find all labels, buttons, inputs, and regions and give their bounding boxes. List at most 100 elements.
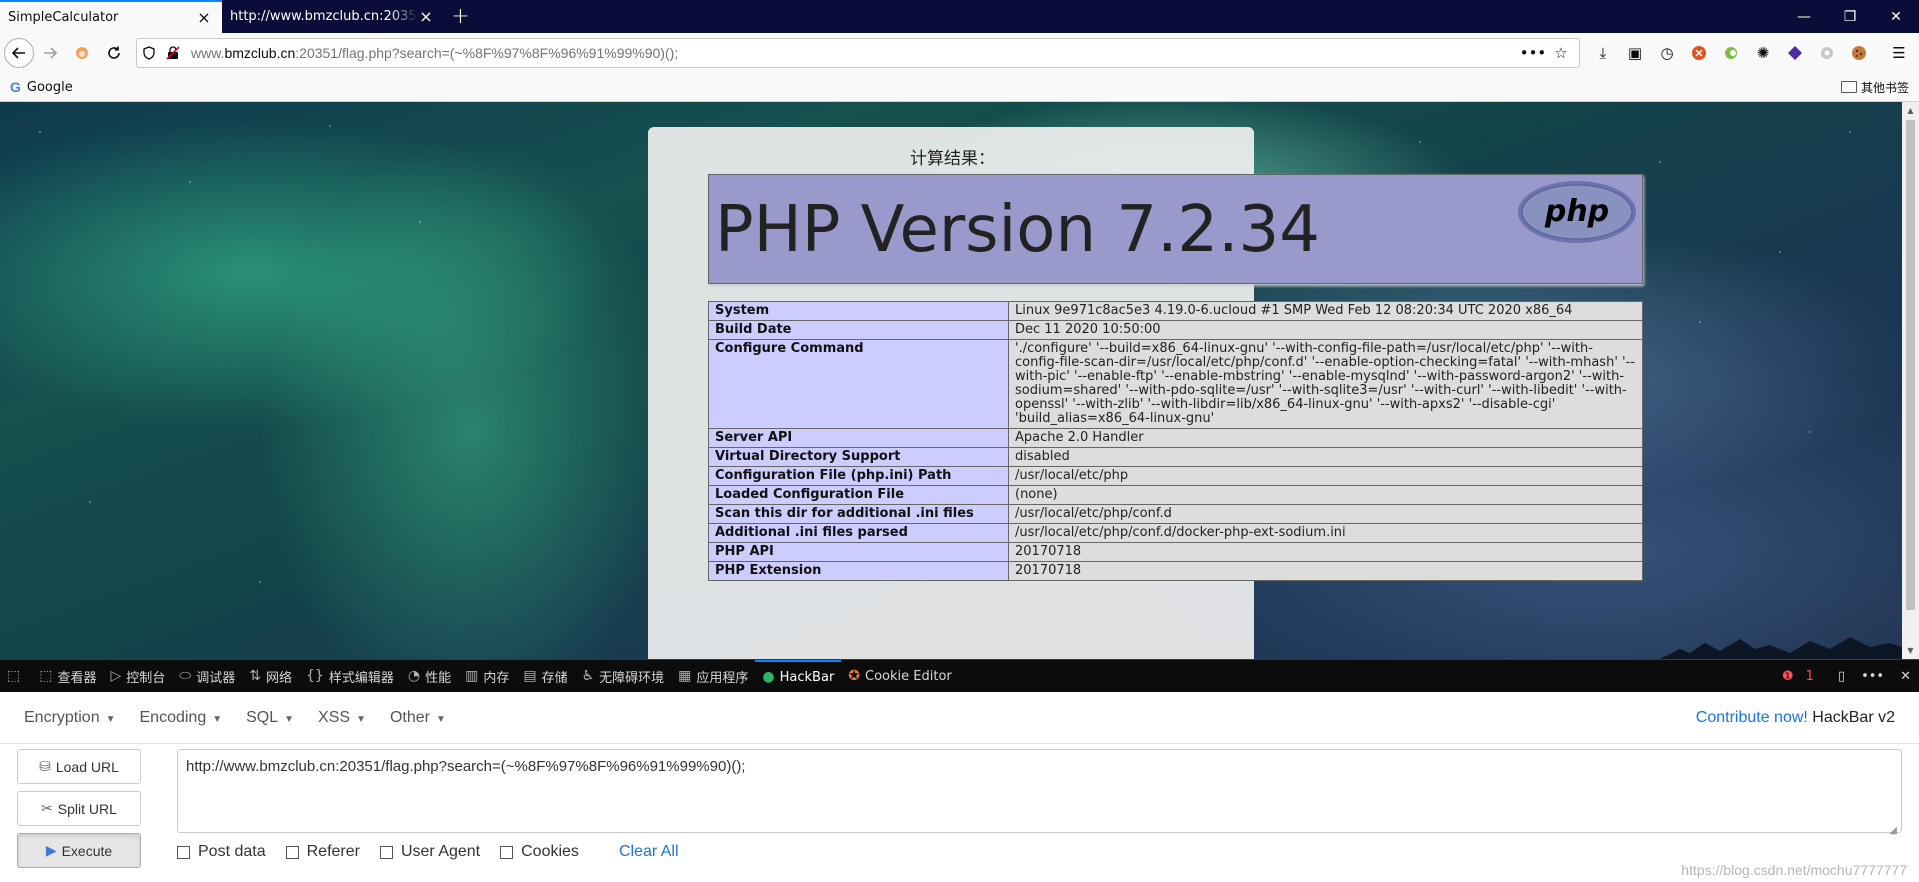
tab-simplecalculator[interactable]: SimpleCalculator ×: [0, 0, 222, 33]
cookie-icon[interactable]: [1843, 37, 1875, 69]
hackbar-dropdowns: Encryption ▼ Encoding ▼ SQL ▼ XSS ▼ Other ▼: [24, 709, 470, 727]
checkbox[interactable]: [379, 845, 393, 859]
history-clock-icon[interactable]: ◷: [1651, 37, 1683, 69]
option-cookies[interactable]: Cookies: [500, 843, 579, 861]
clear-all-link[interactable]: Clear All: [619, 843, 679, 861]
close-window-icon[interactable]: ✕: [1873, 0, 1919, 33]
close-devtools-icon[interactable]: ✕: [1892, 669, 1919, 684]
phpinfo-row: PHP Extension 20170718: [708, 561, 1643, 581]
hamburger-menu-icon[interactable]: ☰: [1883, 37, 1915, 69]
phpinfo-value: /usr/local/etc/php/conf.d/docker-php-ext…: [1008, 523, 1643, 543]
devtools-tab-memory[interactable]: ▥ 内存: [458, 660, 516, 693]
phpinfo-value: 20170718: [1008, 561, 1643, 581]
scroll-down-arrow-icon[interactable]: ▼: [1902, 642, 1919, 659]
resize-grip-icon[interactable]: ◢: [1889, 825, 1897, 836]
contribute-link[interactable]: Contribute now!: [1696, 709, 1808, 726]
error-count: 1: [1805, 668, 1814, 684]
option-referer[interactable]: Referer: [285, 843, 360, 861]
menu-encryption[interactable]: Encryption ▼: [24, 709, 116, 727]
execute-button[interactable]: ▶ Execute: [17, 833, 141, 868]
option-post-data[interactable]: Post data: [177, 843, 266, 861]
gear-icon[interactable]: ✺: [1747, 37, 1779, 69]
phpinfo-value: (none): [1008, 485, 1643, 505]
reload-button[interactable]: [98, 37, 130, 69]
phpinfo-value: Apache 2.0 Handler: [1008, 428, 1643, 448]
reload-icon: [108, 46, 120, 59]
phpinfo-row: System Linux 9e971c8ac5e3 4.19.0-6.ucloud…: [708, 301, 1643, 321]
menu-xss[interactable]: XSS ▼: [318, 709, 366, 727]
insecure-lock-icon[interactable]: [161, 39, 185, 67]
close-tab-icon[interactable]: ×: [196, 9, 212, 26]
devtools-more-icon[interactable]: •••: [1853, 669, 1892, 684]
devtools-tab-label: 调试器: [196, 670, 236, 686]
menu-other[interactable]: Other ▼: [390, 709, 446, 727]
checkbox[interactable]: [285, 845, 299, 859]
php-version-header: PHP Version 7.2.34 php: [708, 174, 1643, 284]
extension-green-icon[interactable]: [1715, 37, 1747, 69]
phpinfo-row: Build Date Dec 11 2020 10:50:00: [708, 320, 1643, 340]
minimize-icon[interactable]: —: [1781, 0, 1827, 33]
devtools-tab-cookie[interactable]: ✪ Cookie Editor: [841, 660, 958, 693]
scrollbar-thumb[interactable]: [1906, 120, 1915, 610]
tab-flag[interactable]: http://www.bmzclub.cn:20351/fl ×: [222, 0, 444, 33]
scroll-up-arrow-icon[interactable]: ▲: [1902, 102, 1919, 119]
url-text[interactable]: www.bmzclub.cn:20351/flag.php?search=(~%…: [185, 45, 1519, 61]
split-url-label: Split URL: [57, 800, 117, 817]
result-label: 计算结果：: [910, 149, 995, 169]
error-count-badge[interactable]: ❶ 1: [1774, 669, 1830, 684]
devtools-tab-application[interactable]: ▦ 应用程序: [671, 660, 755, 693]
split-url-button[interactable]: ✂ Split URL: [17, 791, 141, 826]
devtools-tab-inspector[interactable]: ⬚ 查看器: [32, 660, 103, 693]
phpinfo-key: Virtual Directory Support: [708, 447, 1009, 467]
devtools-tab-label: 控制台: [126, 670, 166, 686]
devtools-tab-console[interactable]: ▷ 控制台: [103, 660, 172, 693]
new-tab-button[interactable]: +: [444, 0, 477, 33]
extension-purple-icon[interactable]: [1779, 37, 1811, 69]
devtools-tab-debugger[interactable]: ⬭ 调试器: [172, 660, 242, 693]
other-bookmarks[interactable]: 其他书签: [1840, 79, 1909, 96]
extension-red-icon[interactable]: [1683, 37, 1715, 69]
address-bar[interactable]: www.bmzclub.cn:20351/flag.php?search=(~%…: [136, 38, 1580, 68]
load-url-button[interactable]: ⛁ Load URL: [17, 749, 141, 784]
checkbox[interactable]: [177, 845, 190, 859]
option-user-agent[interactable]: User Agent: [379, 843, 480, 861]
shield-icon[interactable]: [137, 39, 161, 67]
devtools-tab-style-editor[interactable]: {} 样式编辑器: [299, 660, 401, 693]
page-scrollbar[interactable]: ▲ ▼: [1902, 102, 1919, 659]
bookmark-google[interactable]: G Google: [10, 79, 73, 95]
devtools-tab-accessibility[interactable]: ♿ 无障碍环境: [575, 660, 672, 693]
devtools-tab-label: 应用程序: [696, 670, 749, 686]
back-button[interactable]: [4, 38, 34, 68]
downloads-icon[interactable]: ⤓: [1587, 37, 1619, 69]
devtools-tab-network[interactable]: ⇅ 网络: [242, 660, 299, 693]
scissors-icon: ✂: [41, 800, 53, 816]
menu-encoding[interactable]: Encoding ▼: [140, 709, 223, 727]
forward-button[interactable]: [34, 37, 66, 69]
extension-gray-icon[interactable]: [1811, 37, 1843, 69]
page-actions-icon[interactable]: •••: [1519, 44, 1547, 62]
memory-icon: ▥: [465, 668, 479, 684]
svg-text:php: php: [1544, 194, 1609, 229]
bookmark-star-icon[interactable]: ☆: [1547, 44, 1575, 62]
option-label: Referer: [306, 843, 360, 860]
phpinfo-table: System Linux 9e971c8ac5e3 4.19.0-6.ucloud…: [708, 301, 1643, 581]
hackbar-url-input[interactable]: http://www.bmzclub.cn:20351/flag.php?sea…: [177, 749, 1902, 833]
devtools-tab-storage[interactable]: ▤ 存储: [516, 660, 574, 693]
checkbox[interactable]: [500, 845, 514, 859]
inspector-icon: ⬚: [39, 668, 53, 684]
devtools-tab-hackbar[interactable]: ● HackBar: [755, 659, 842, 693]
element-picker-button[interactable]: ⬚: [0, 660, 32, 693]
arrow-left-icon: [11, 47, 25, 59]
phpinfo-key: PHP Extension: [708, 561, 1009, 581]
library-icon[interactable]: ▣: [1619, 37, 1651, 69]
maximize-icon[interactable]: ❐: [1827, 0, 1873, 33]
dock-side-icon[interactable]: ▯: [1830, 669, 1853, 684]
caret-down-icon: ▼: [105, 713, 116, 725]
menu-sql[interactable]: SQL ▼: [246, 709, 294, 727]
extension-icon[interactable]: [66, 37, 98, 69]
hackbar-options: Post data Referer User Agent Cookies Clear …: [177, 843, 679, 861]
close-tab-icon[interactable]: ×: [418, 8, 434, 25]
hackbar-menu: Encryption ▼ Encoding ▼ SQL ▼ XSS ▼ Other ▼ Contr…: [0, 692, 1919, 744]
devtools-tab-performance[interactable]: ◔ 性能: [401, 660, 458, 693]
caret-down-icon: ▼: [284, 713, 295, 725]
